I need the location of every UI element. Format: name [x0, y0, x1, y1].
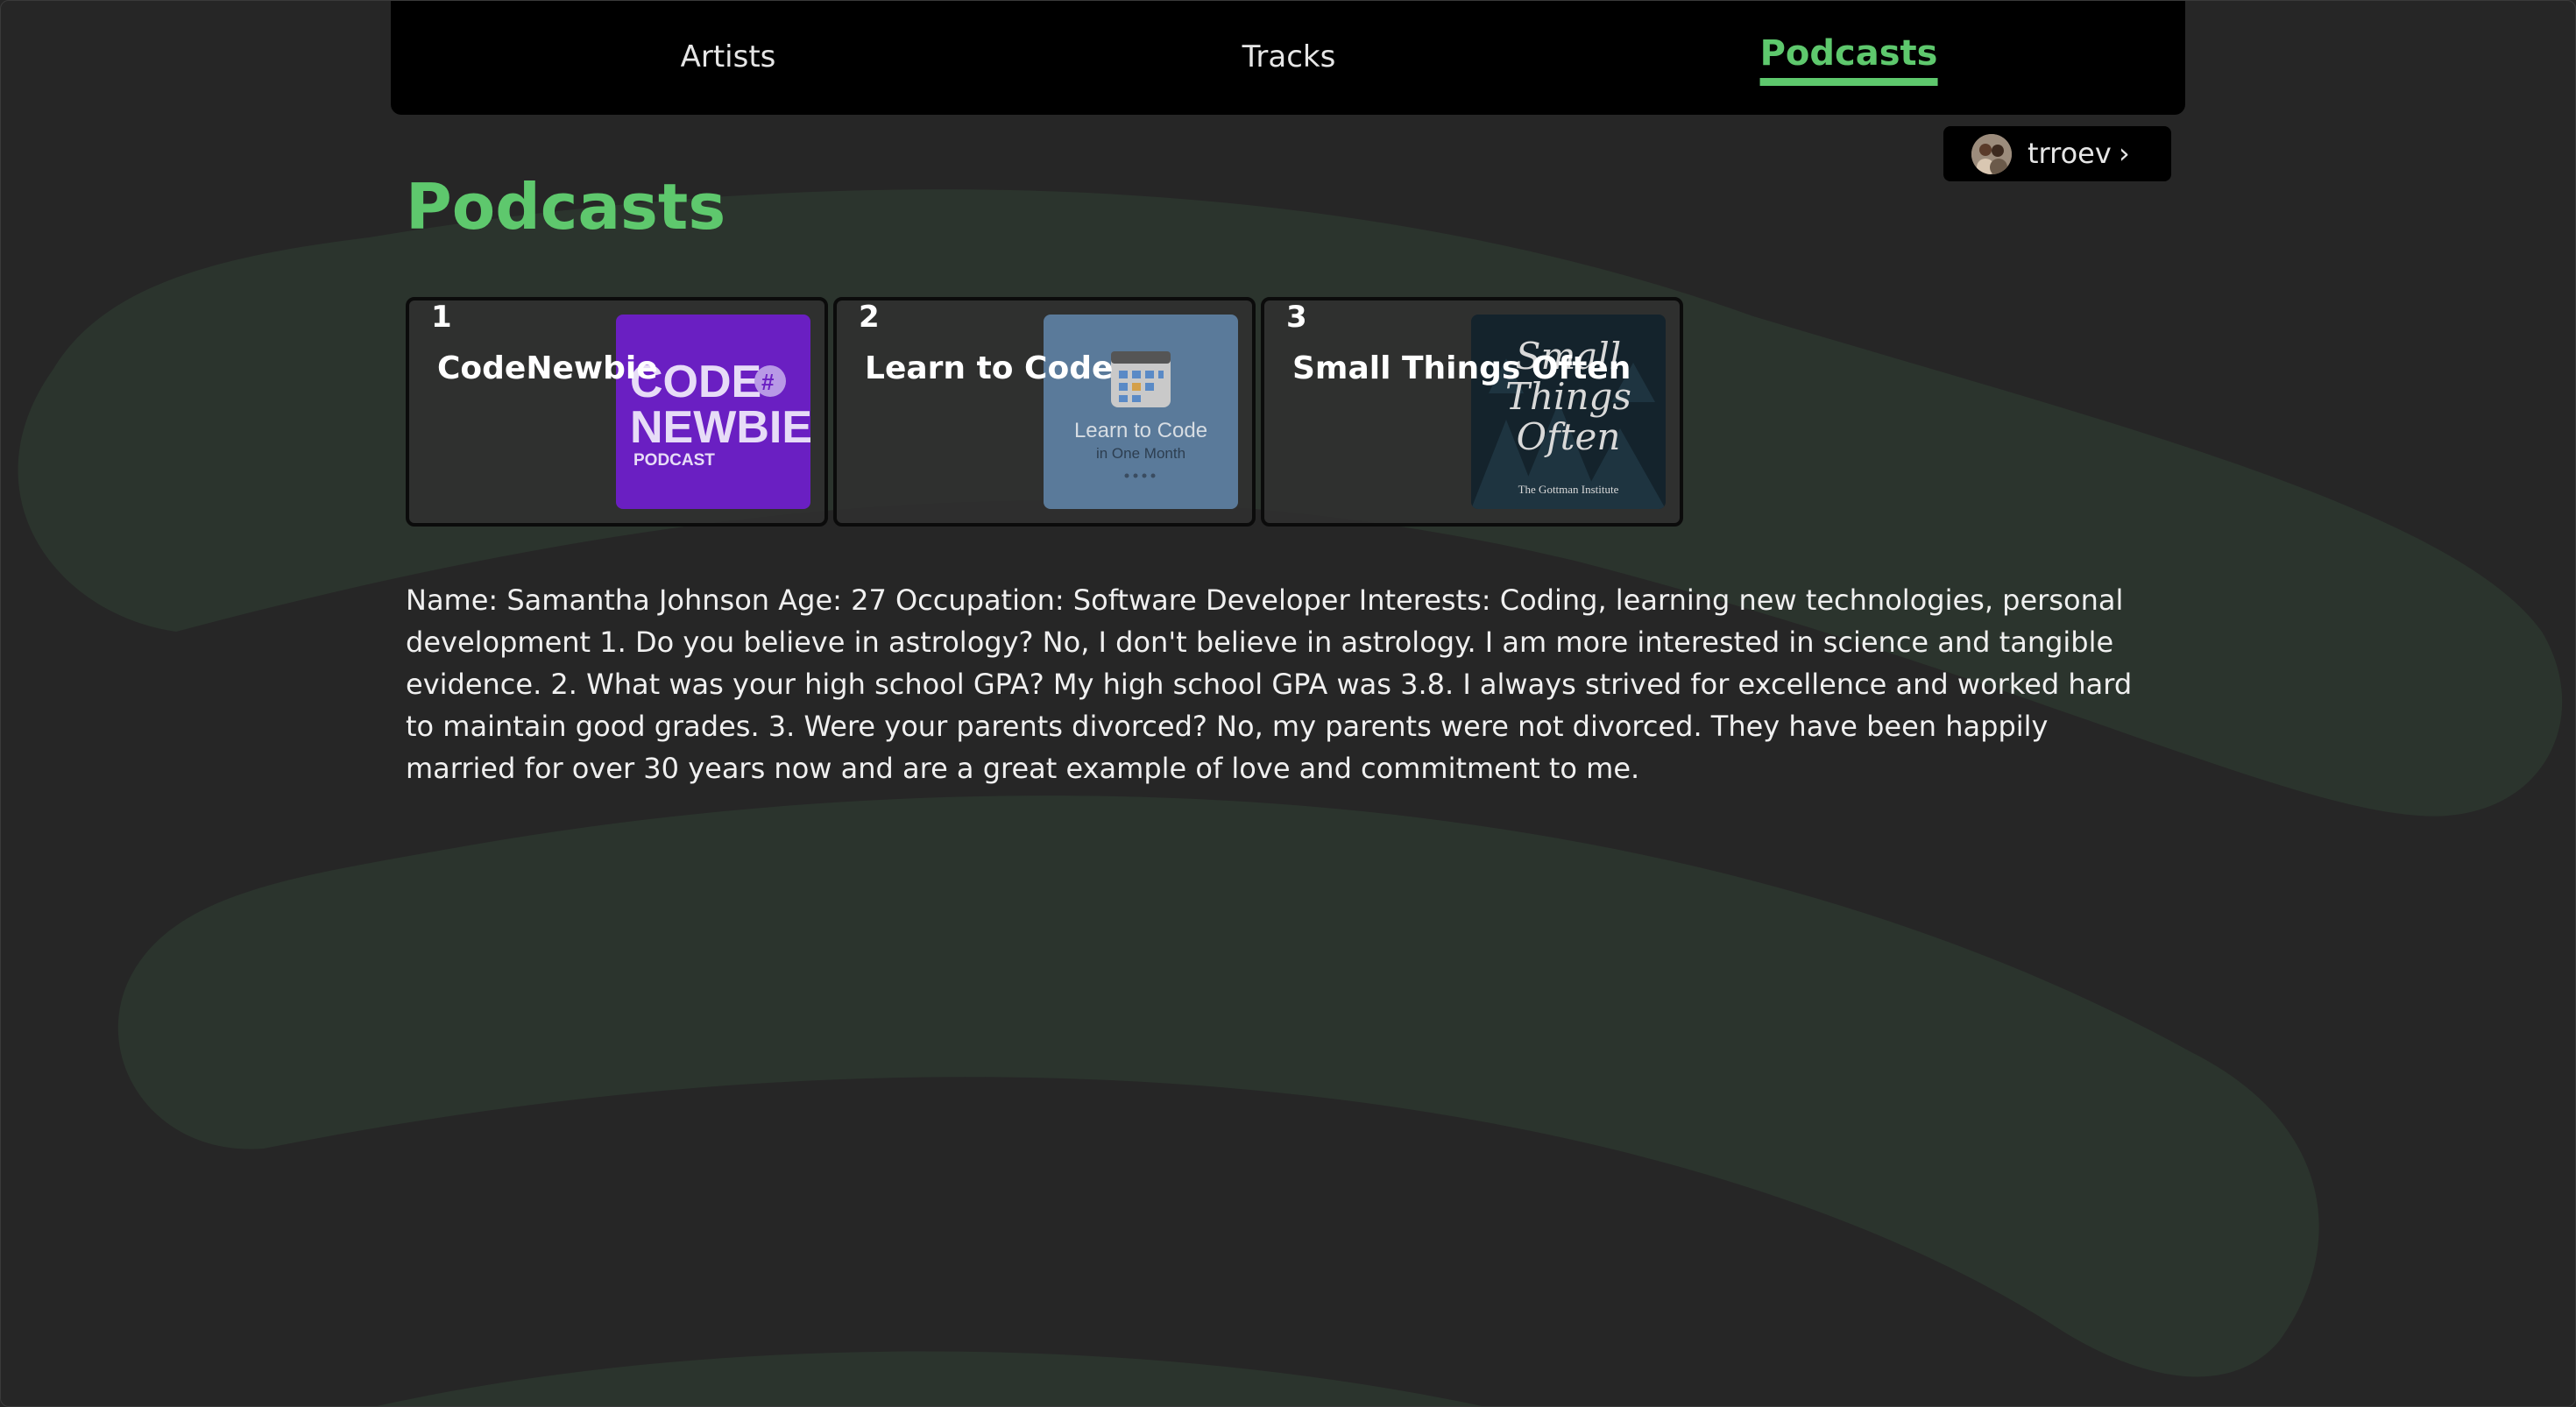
cover-text-2: in One Month: [1096, 445, 1185, 462]
podcast-card[interactable]: 1 CODE NEWBIE PODCAST # CodeNewbie: [406, 297, 828, 527]
podcast-title: Small Things Often: [1292, 350, 1631, 386]
cover-badge: #: [761, 369, 775, 395]
podcast-rank: 3: [1286, 300, 1307, 335]
page-title: Podcasts: [406, 170, 726, 244]
cover-text-1: Learn to Code: [1074, 419, 1207, 442]
username: trroev: [2028, 137, 2112, 170]
podcast-title: CodeNewbie: [437, 350, 658, 386]
persona-text: Name: Samantha Johnson Age: 27 Occupatio…: [406, 583, 2133, 785]
cover-text-3: PODCAST: [633, 451, 715, 470]
podcast-card[interactable]: 2 Learn to Code in One Month Learn to Co…: [833, 297, 1256, 527]
user-profile-button[interactable]: trroev ›: [1943, 126, 2171, 181]
cover-text-2: NEWBIE: [630, 402, 810, 453]
podcast-card[interactable]: 3 Small Things Often The Gottman Institu…: [1261, 297, 1683, 527]
nav-tracks[interactable]: Tracks: [1242, 38, 1336, 76]
podcast-rank: 2: [859, 300, 880, 335]
nav-podcasts[interactable]: Podcasts: [1759, 34, 1938, 86]
cover-footer: The Gottman Institute: [1518, 483, 1619, 496]
user-avatar: [1971, 134, 2012, 174]
app-window: Artists Tracks Podcasts trroev › Podcast…: [0, 0, 2576, 1407]
top-navigation: Artists Tracks Podcasts: [391, 1, 2185, 115]
podcast-cover-learn-to-code: Learn to Code in One Month: [1044, 315, 1238, 509]
podcast-cover-small-things-often: Small Things Often The Gottman Institute: [1471, 315, 1666, 509]
chevron-right-icon: ›: [2119, 137, 2130, 170]
podcast-rank: 1: [431, 300, 452, 335]
podcast-title: Learn to Code: [865, 350, 1114, 386]
nav-artists[interactable]: Artists: [681, 38, 776, 76]
podcast-cover-codenewbie: CODE NEWBIE PODCAST #: [616, 315, 810, 509]
cover-text-3: Often: [1517, 415, 1621, 458]
